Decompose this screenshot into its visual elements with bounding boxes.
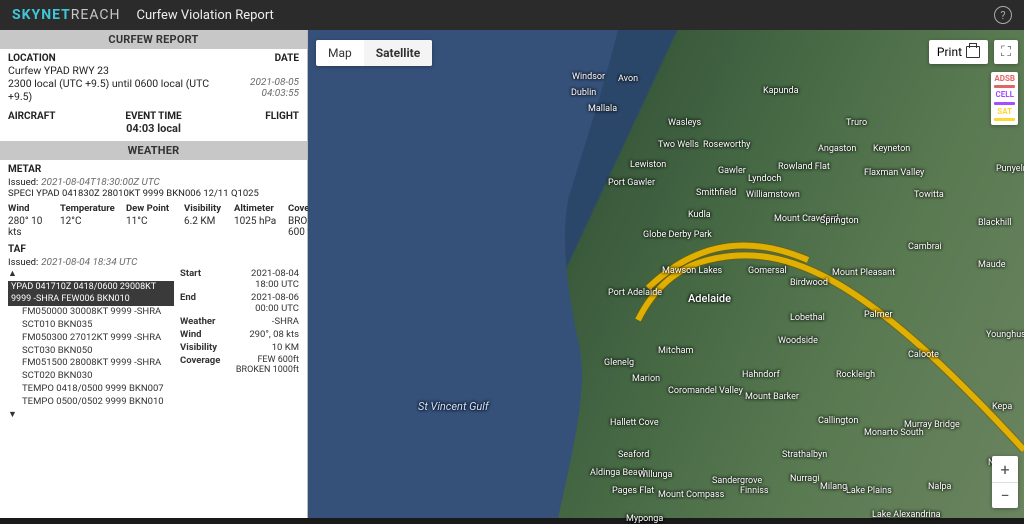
taf-head: YPAD 041710Z 0418/0600 29008KT 9999 -SHR… [8,281,174,306]
printer-icon [966,46,980,58]
event-time-label: EVENT TIME [105,111,202,122]
taf-vis-v: 10 KM [230,342,299,353]
report-sidebar: CURFEW REPORT LOCATION DATE Curfew YPAD … [0,30,308,518]
brand-logo: SKYNETREACH [12,7,121,23]
taf-wx-v: -SHRA [230,316,299,327]
zoom-out-button[interactable]: − [992,482,1018,508]
val-alt: 1025 hPa [234,216,286,238]
taf-line: FM050000 30008KT 9999 -SHRA SCT010 BKN03… [8,306,174,332]
taf-wind-k: Wind [180,329,230,340]
val-temp: 12°C [60,216,124,238]
taf-wx-k: Weather [180,316,230,327]
location-label: LOCATION [8,53,56,64]
date-value: 2021-08-05 04:03:55 [217,77,299,99]
curfew-section-header: CURFEW REPORT [0,30,307,49]
top-bar: SKYNETREACH Curfew Violation Report ? [0,0,1024,30]
taf-cov-k: Coverage [180,355,230,375]
metar-table: Wind Temperature Dew Point Visibility Al… [8,203,299,238]
taf-end-k: End [180,292,230,314]
val-dew: 11°C [126,216,182,238]
weather-section-header: WEATHER [0,141,307,160]
aircraft-label: AIRCRAFT [8,111,105,122]
taf-wind-v: 290°, 08 kts [230,329,299,340]
issued-label-2: Issued: [8,257,38,268]
event-time-value: 04:03 local [105,122,202,135]
print-button[interactable]: Print [929,40,988,64]
col-dew: Dew Point [126,203,182,214]
page-title: Curfew Violation Report [137,8,274,23]
print-label: Print [937,45,962,59]
taf-issued: 2021-08-04 18:34 UTC [41,257,137,268]
zoom-control: + − [992,456,1018,508]
taf-line: FM051500 28008KT 9999 -SHRA SCT020 BKN03… [8,357,174,383]
metar-issued: 2021-08-04T18:30:00Z UTC [41,177,160,188]
val-vis: 6.2 KM [184,216,232,238]
taf-line: FM050300 27012KT 9999 -SHRA SCT030 BKN05… [8,332,174,358]
location-line2: 2300 local (UTC +9.5) until 0600 local (… [8,77,217,103]
taf-cov-v: FEW 600ft BROKEN 1000ft [230,355,299,375]
col-alt: Altimeter [234,203,286,214]
issued-label: Issued: [8,177,38,188]
col-vis: Visibility [184,203,232,214]
taf-line: TEMPO 0418/0500 9999 BKN007 [8,383,174,396]
taf-end-v: 2021-08-06 00:00 UTC [230,292,299,314]
taf-detail: Start2021-08-04 18:00 UTC End2021-08-06 … [180,268,299,422]
map-canvas[interactable]: St Vincent Gulf Adelaide Two WellsMallal… [308,30,1024,518]
metar-raw: SPECI YPAD 041830Z 28010KT 9999 BKN006 1… [8,188,299,199]
taf-line: TEMPO 0500/0502 9999 BKN010 [8,396,174,409]
taf-label: TAF [8,244,299,255]
val-wind: 280° 10 kts [8,216,58,238]
flight-label: FLIGHT [202,111,299,122]
taf-vis-k: Visibility [180,342,230,353]
col-wind: Wind [8,203,58,214]
taf-start-v: 2021-08-04 18:00 UTC [230,268,299,290]
satellite-mode-button[interactable]: Satellite [364,40,432,66]
caret-up-icon[interactable]: ▲ [8,268,17,280]
help-button[interactable]: ? [994,6,1012,24]
metar-label: METAR [8,164,299,175]
date-label: DATE [275,53,299,64]
map-type-toggle: Map Satellite [316,40,432,66]
fullscreen-button[interactable]: ⛶ [994,40,1018,64]
taf-start-k: Start [180,268,230,290]
caret-down-icon[interactable]: ▼ [8,409,17,421]
zoom-in-button[interactable]: + [992,456,1018,482]
location-line1: Curfew YPAD RWY 23 [8,64,299,77]
map-mode-button[interactable]: Map [316,40,364,66]
col-temp: Temperature [60,203,124,214]
layer-legend[interactable]: ADSBCELLSAT [991,72,1018,125]
